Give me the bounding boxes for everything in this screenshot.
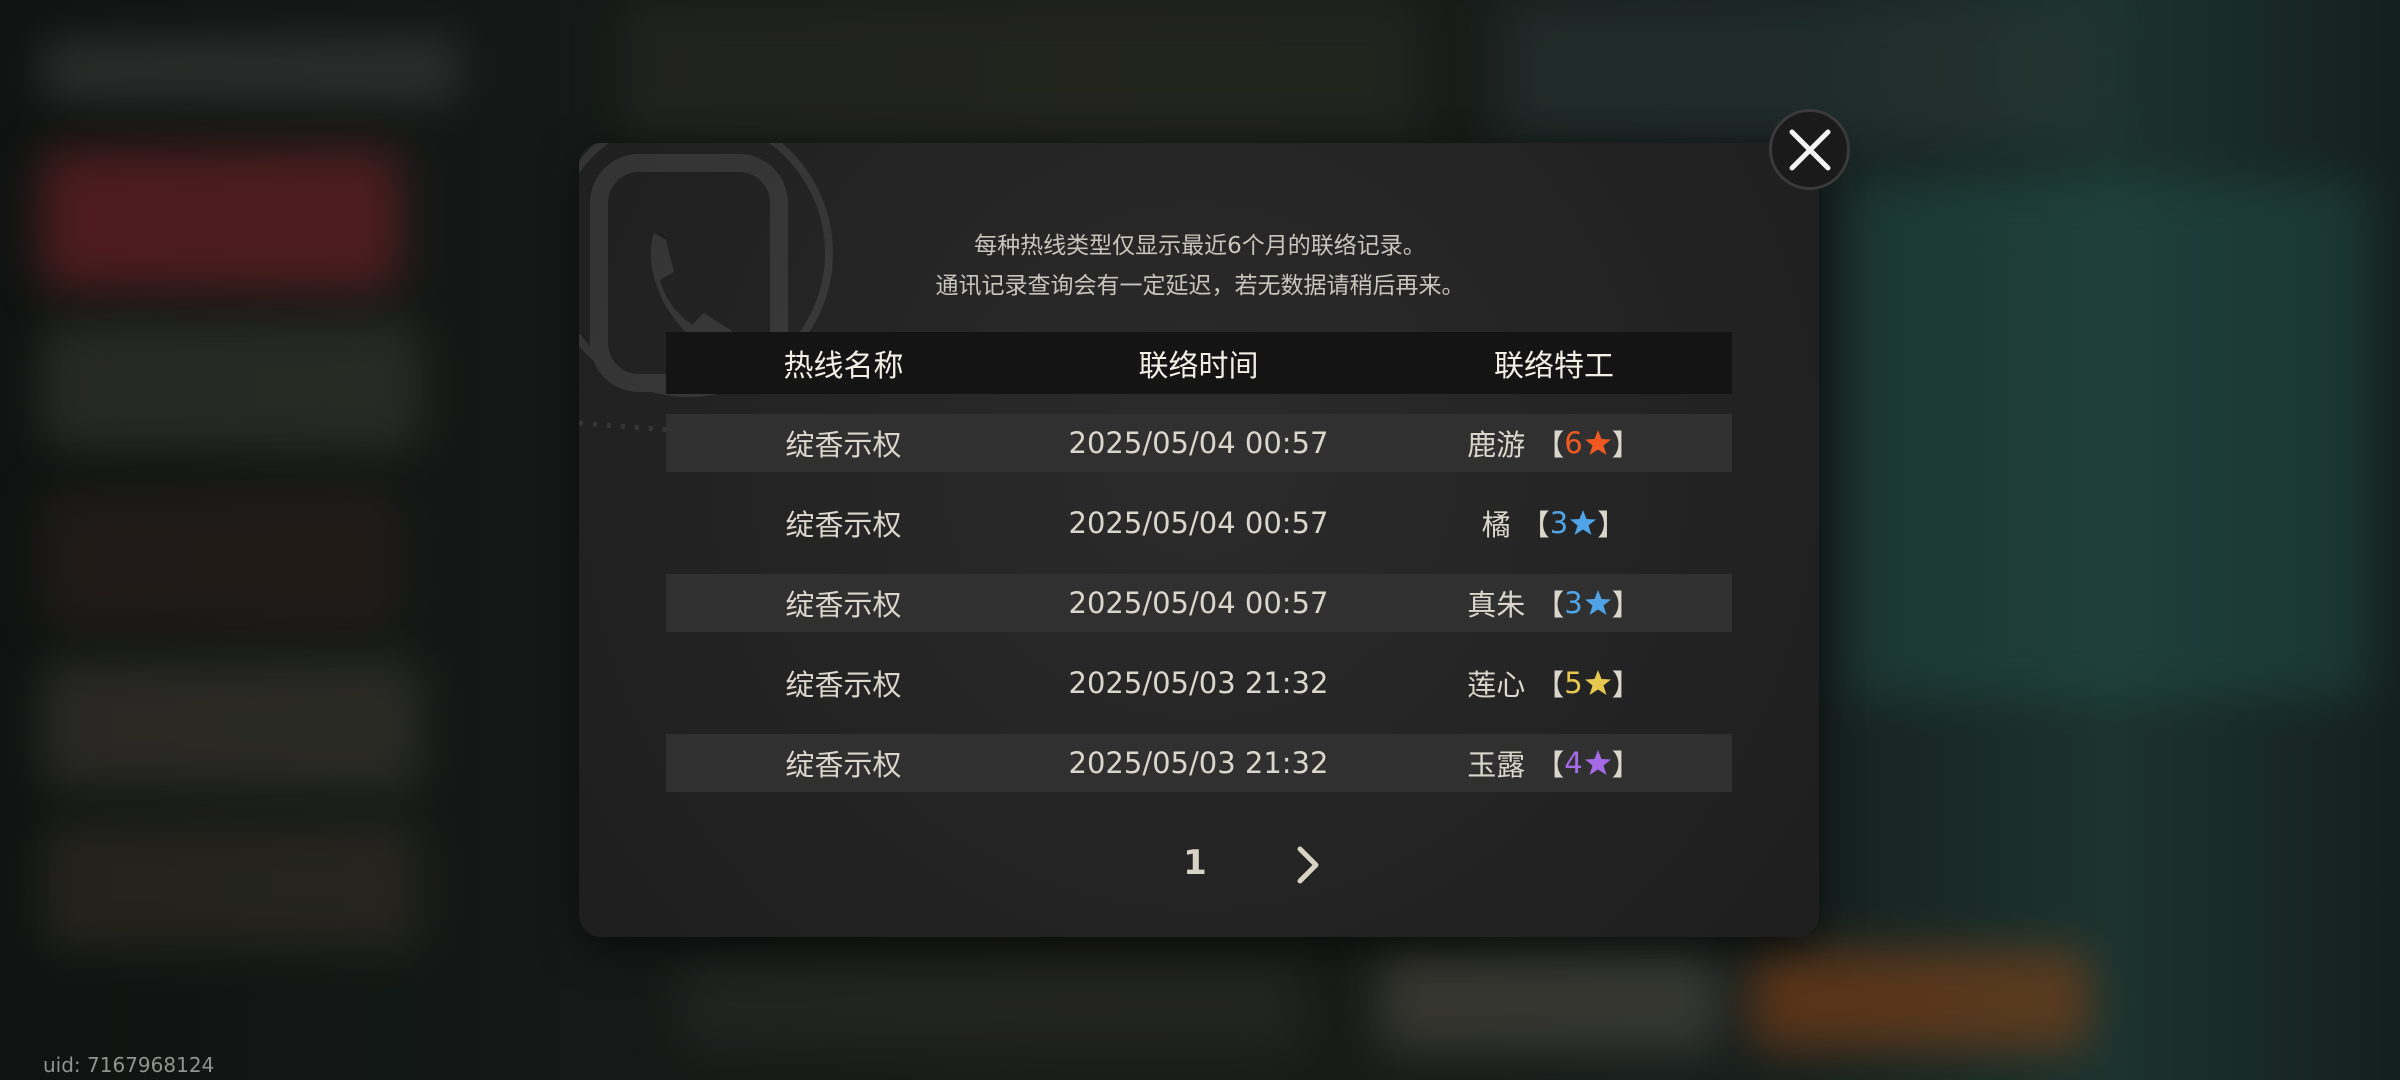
agent-name: 莲心 [1467, 668, 1526, 702]
contact-time-cell: 2025/05/03 21:32 [1068, 746, 1329, 780]
bracket-close: 】 [1611, 668, 1641, 702]
rarity-number: 3 [1549, 506, 1569, 540]
pager-current-page[interactable]: 1 [1170, 843, 1220, 883]
contact-time-cell: 2025/05/04 00:57 [1068, 506, 1329, 540]
bracket-close: 】 [1611, 588, 1641, 622]
header-hotline-name: 热线名称 [783, 349, 904, 384]
rarity-number: 5 [1564, 666, 1583, 700]
bracket-open: 【 [1535, 748, 1565, 782]
user-id-label: uid: 7167968124 [43, 1053, 215, 1077]
bracket-close: 】 [1611, 748, 1641, 782]
agent-cell: 莲心【5 】 [1376, 654, 1732, 712]
contact-time-cell: 2025/05/04 00:57 [1068, 426, 1329, 460]
agent-rarity: 6 [1564, 426, 1611, 460]
agent-rarity: 5 [1564, 666, 1611, 700]
bracket-open: 【 [1535, 428, 1565, 462]
agent-cell: 鹿游【6 】 [1376, 414, 1732, 472]
agent-name: 真朱 [1467, 588, 1526, 622]
hotline-name-cell: 绽香示权 [785, 748, 902, 782]
star-icon [1570, 510, 1597, 535]
hotline-name-cell: 绽香示权 [785, 428, 902, 462]
star-icon [1584, 750, 1611, 775]
agent-name: 鹿游 [1467, 428, 1526, 462]
header-contact-agent: 联络特工 [1494, 349, 1614, 384]
agent-rarity: 3 [1550, 506, 1597, 540]
table-row: 绽香示权 2025/05/04 00:57 真朱【3 】 [666, 574, 1732, 632]
contact-time-cell: 2025/05/03 21:32 [1068, 666, 1329, 700]
hotline-name-cell: 绽香示权 [785, 668, 902, 702]
rarity-number: 4 [1564, 746, 1583, 780]
table-row: 绽香示权 2025/05/04 00:57 鹿游【6 】 [666, 414, 1732, 472]
agent-cell: 真朱【3 】 [1376, 574, 1732, 632]
chevron-right-icon [1297, 846, 1319, 884]
notice-line-2: 通讯记录查询会有一定延迟，若无数据请稍后再来。 [935, 273, 1465, 299]
notice-line-1: 每种热线类型仅显示最近6个月的联络记录。 [974, 233, 1426, 259]
bracket-close: 】 [1611, 428, 1641, 462]
bracket-open: 【 [1520, 508, 1550, 542]
contact-time-cell: 2025/05/04 00:57 [1068, 586, 1329, 620]
agent-rarity: 3 [1564, 586, 1611, 620]
close-button[interactable] [1769, 109, 1850, 190]
rarity-number: 3 [1564, 586, 1583, 620]
agent-rarity: 4 [1564, 746, 1611, 780]
agent-cell: 玉露【4 】 [1376, 734, 1732, 792]
rarity-number: 6 [1564, 426, 1583, 460]
agent-name: 玉露 [1467, 748, 1526, 782]
bracket-close: 】 [1597, 508, 1627, 542]
star-icon [1584, 590, 1611, 615]
star-icon [1584, 670, 1611, 695]
table-row: 绽香示权 2025/05/04 00:57 橘【3 】 [666, 494, 1732, 552]
bracket-open: 【 [1535, 668, 1565, 702]
pager-next-button[interactable] [1285, 840, 1331, 890]
table-row: 绽香示权 2025/05/03 21:32 莲心【5 】 [666, 654, 1732, 712]
hotline-name-cell: 绽香示权 [785, 508, 902, 542]
hotline-name-cell: 绽香示权 [785, 588, 902, 622]
agent-name: 橘 [1481, 508, 1511, 542]
star-icon [1584, 430, 1611, 455]
table-header: 热线名称 联络时间 联络特工 [666, 332, 1732, 394]
header-contact-time: 联络时间 [1138, 349, 1259, 384]
table-row: 绽香示权 2025/05/03 21:32 玉露【4 】 [666, 734, 1732, 792]
contact-record-table: 热线名称 联络时间 联络特工 绽香示权 2025/05/04 00:57 鹿游【6】… [666, 332, 1732, 814]
agent-cell: 橘【3 】 [1376, 494, 1732, 552]
close-icon [1789, 129, 1830, 170]
bracket-open: 【 [1535, 588, 1565, 622]
